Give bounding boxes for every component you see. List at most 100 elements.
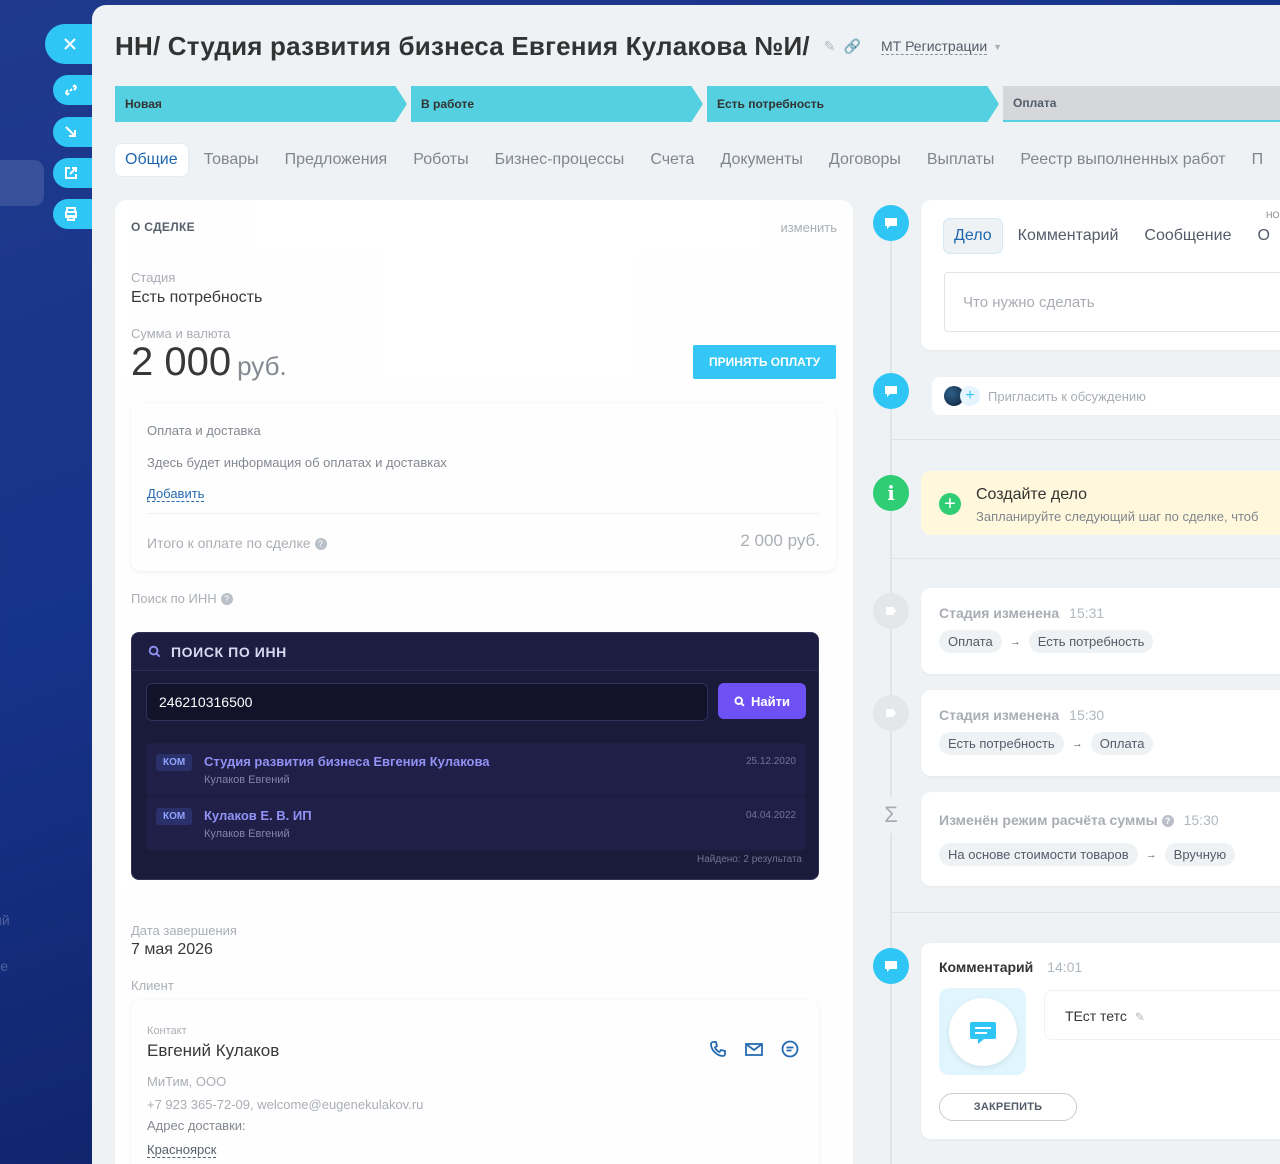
- divider: [892, 439, 1280, 440]
- comment-icon: [873, 948, 909, 984]
- timeline-event: Стадия изменена 15:30 Есть потребность → …: [921, 690, 1280, 776]
- stage-value: Есть потребность: [131, 289, 263, 306]
- create-task-hint[interactable]: + Создайте дело Запланируйте следующий ш…: [921, 471, 1280, 535]
- address-city[interactable]: Красноярск: [147, 1142, 217, 1158]
- tab-payouts[interactable]: Выплаты: [917, 144, 1005, 176]
- inn-find-button[interactable]: Найти: [718, 683, 806, 719]
- close-date-label: Дата завершения: [131, 923, 237, 938]
- more-tabs-label[interactable]: НО: [1266, 210, 1280, 220]
- close-date-value: 7 мая 2026: [131, 941, 213, 958]
- copy-link-button[interactable]: [53, 75, 93, 105]
- inn-result-row[interactable]: КОМ Студия развития бизнеса Евгения Кула…: [146, 743, 806, 796]
- minimize-button[interactable]: [53, 117, 93, 147]
- open-new-window-button[interactable]: [53, 158, 93, 188]
- event-time: 15:30: [1183, 812, 1219, 828]
- payment-info: Здесь будет информация об оплатах и дост…: [147, 455, 447, 470]
- tab-message[interactable]: Сообщение: [1134, 219, 1241, 253]
- arrow-down-right-icon: [65, 126, 76, 137]
- result-name[interactable]: Кулаков Е. В. ИП: [204, 808, 312, 823]
- link-icon[interactable]: 🔗: [844, 38, 861, 55]
- background-text: зе: [0, 958, 9, 974]
- tab-general[interactable]: Общие: [115, 144, 188, 176]
- chat-bubble-icon: [885, 386, 897, 397]
- result-date: 04.04.2022: [745, 810, 796, 821]
- stage-label: Стадия: [131, 270, 176, 285]
- contact-name[interactable]: Евгений Кулаков: [147, 1041, 279, 1061]
- mail-icon[interactable]: [743, 1038, 765, 1060]
- tab-documents[interactable]: Документы: [710, 144, 812, 176]
- search-icon: [734, 695, 745, 706]
- accept-payment-button[interactable]: ПРИНЯТЬ ОПЛАТУ: [693, 345, 836, 379]
- print-button[interactable]: [53, 199, 93, 229]
- background-panel: [0, 160, 44, 206]
- stage-payment[interactable]: Оплата: [1003, 86, 1280, 122]
- stage-in-work[interactable]: В работе: [411, 86, 703, 122]
- close-slider-button[interactable]: [45, 24, 95, 64]
- contact-label: Контакт: [147, 1025, 187, 1037]
- inn-search-label: Поиск по ИНН?: [131, 591, 233, 606]
- invite-discussion[interactable]: + Пригласить к обсуждению: [932, 377, 1280, 415]
- help-icon[interactable]: ?: [220, 593, 233, 605]
- section-title: О СДЕЛКЕ: [131, 220, 195, 234]
- company-name[interactable]: МиТим, ООО: [147, 1074, 226, 1089]
- event-time: 15:30: [1069, 707, 1105, 723]
- timeline-event: Изменён режим расчёта суммы? 15:30 На осн…: [921, 792, 1280, 886]
- tab-more[interactable]: П: [1242, 144, 1274, 176]
- event-title: Стадия изменена 15:30: [939, 707, 1105, 723]
- client-label: Клиент: [131, 978, 174, 993]
- discussion-icon: [873, 373, 909, 409]
- company-badge: КОМ: [156, 808, 193, 825]
- tab-offers[interactable]: Предложения: [275, 144, 398, 176]
- chat-icon[interactable]: [779, 1038, 801, 1060]
- tab-products[interactable]: Товары: [194, 144, 269, 176]
- tab-robots[interactable]: Роботы: [403, 144, 478, 176]
- event-title: Стадия изменена 15:31: [939, 605, 1105, 621]
- event-title: Изменён режим расчёта суммы? 15:30: [939, 812, 1219, 828]
- stage-need[interactable]: Есть потребность: [707, 86, 999, 122]
- deal-info-card: О СДЕЛКЕ изменить Стадия Есть потребност…: [115, 200, 853, 1164]
- phone-icon[interactable]: [707, 1038, 729, 1060]
- add-payment-link[interactable]: Добавить: [147, 486, 205, 502]
- inn-results: КОМ Студия развития бизнеса Евгения Кула…: [146, 743, 806, 851]
- stage-new[interactable]: Новая: [115, 86, 407, 122]
- plus-icon[interactable]: +: [939, 493, 961, 515]
- contact-actions: [707, 1038, 801, 1060]
- total-label: Итого к оплате по сделке?: [147, 535, 327, 551]
- result-name[interactable]: Студия развития бизнеса Евгения Кулакова: [204, 754, 490, 769]
- tab-business-processes[interactable]: Бизнес-процессы: [485, 144, 635, 176]
- inn-result-row[interactable]: КОМ Кулаков Е. В. ИП Кулаков Евгений 04.…: [146, 797, 806, 850]
- tab-comment[interactable]: Комментарий: [1008, 219, 1129, 253]
- tag-icon: [886, 607, 896, 615]
- inn-input[interactable]: 246210316500: [146, 683, 708, 721]
- stage-bar: Новая В работе Есть потребность Оплата: [115, 86, 1280, 122]
- pin-button[interactable]: ЗАКРЕПИТЬ: [939, 1093, 1077, 1121]
- mode-chips: На основе стоимости товаров → Вручную: [939, 843, 1236, 866]
- tab-invoices[interactable]: Счета: [640, 144, 704, 176]
- results-count: Найдено: 2 результата: [696, 854, 802, 865]
- inn-search-widget: ПОИСК ПО ИНН 246210316500 Найти КОМ Студ…: [131, 632, 819, 880]
- tab-contracts[interactable]: Договоры: [819, 144, 911, 176]
- printer-icon: [65, 207, 77, 221]
- edit-link[interactable]: изменить: [780, 220, 837, 235]
- hint-title: Создайте дело: [976, 486, 1088, 503]
- pencil-icon[interactable]: ✎: [1135, 1010, 1145, 1024]
- activity-icon: [873, 205, 909, 241]
- pencil-icon[interactable]: ✎: [824, 38, 836, 55]
- amount-label: Сумма и валюта: [131, 326, 231, 341]
- divider: [147, 513, 820, 514]
- stage-chips: Оплата → Есть потребность: [939, 630, 1154, 653]
- tab-more[interactable]: О: [1247, 219, 1279, 253]
- tab-task[interactable]: Дело: [944, 219, 1002, 253]
- tab-works-registry[interactable]: Реестр выполненных работ: [1010, 144, 1235, 176]
- task-input[interactable]: Что нужно сделать: [944, 272, 1280, 332]
- chevron-down-icon: ▼: [993, 41, 1003, 52]
- tab-bar: Общие Товары Предложения Роботы Бизнес-п…: [115, 144, 1279, 176]
- category-selector[interactable]: МТ Регистрации: [880, 38, 988, 55]
- help-icon[interactable]: ?: [1161, 815, 1174, 827]
- comment-event: Комментарий 14:01 ТЕст тетс ✎ ЗАКРЕПИТЬ: [921, 943, 1280, 1139]
- plus-icon[interactable]: +: [960, 386, 980, 406]
- currency: руб.: [237, 351, 287, 381]
- hint-text: Запланируйте следующий шаг по сделке, чт…: [976, 509, 1259, 524]
- help-icon[interactable]: ?: [314, 538, 327, 550]
- stage-chips: Есть потребность → Оплата: [939, 732, 1154, 755]
